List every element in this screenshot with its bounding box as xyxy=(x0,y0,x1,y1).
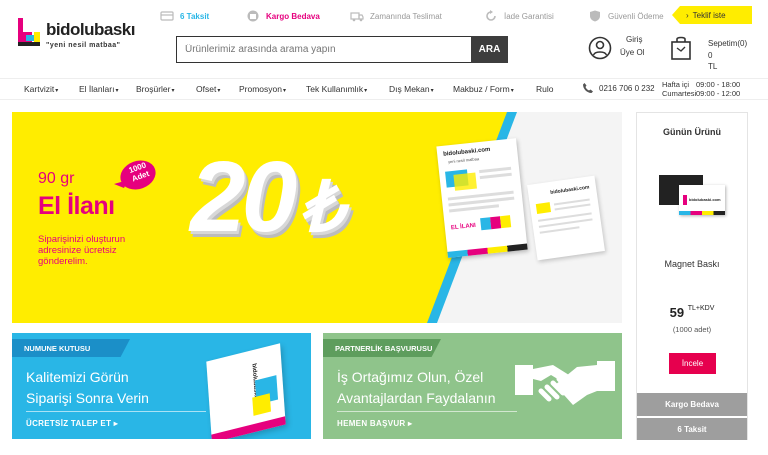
quote-request-button[interactable]: › Teklif iste xyxy=(672,6,752,24)
gift-icon xyxy=(247,10,259,22)
nav-item-promosyon[interactable]: Promosyon▾ xyxy=(239,84,286,94)
phone-icon xyxy=(583,83,593,93)
nav-item-el-ilanlari[interactable]: El İlanları▾ xyxy=(79,84,118,94)
divider xyxy=(26,411,206,412)
banner-product-title: El İlanı xyxy=(38,192,115,220)
inspect-button[interactable]: İncele xyxy=(669,353,716,374)
card-icon xyxy=(160,11,174,21)
working-hours: Hafta içi 09:00 - 18:00 Cumartesi09:00 - … xyxy=(662,80,741,98)
partnership-headline: İş Ortağımız Olun, Özel Avantajlardan Fa… xyxy=(337,369,496,406)
feature-on-time-delivery: Zamanında Teslimat xyxy=(350,10,442,22)
arrow-right-icon: › xyxy=(686,10,689,20)
sample-box-tag: NUMUNE KUTUSU xyxy=(12,339,130,357)
banner-price: 20₺ xyxy=(190,141,344,253)
hero-banner[interactable]: 90 gr El İlanı Siparişinizi oluşturun ad… xyxy=(12,112,622,323)
product-of-the-day-panel: Günün Ürünü bidolubaski.com Magnet Baskı… xyxy=(636,112,748,440)
product-quantity: (1000 adet) xyxy=(672,325,712,334)
nav-item-makbuz-form[interactable]: Makbuz / Form▾ xyxy=(453,84,514,94)
nav-item-rulo[interactable]: Rulo xyxy=(536,84,553,94)
logo-wordmark: bidolubaskı xyxy=(46,20,135,39)
logo-tagline: "yeni nesil matbaa" xyxy=(46,42,121,49)
truck-icon xyxy=(350,12,364,22)
feature-secure-payment: Güvenli Ödeme xyxy=(588,10,664,22)
sample-box-image: bidolubaski.com xyxy=(206,343,286,439)
flyer-back-mockup: bidolubaski.com xyxy=(527,175,605,261)
login-label[interactable]: Giriş xyxy=(626,34,642,45)
banner-note: Siparişinizi oluşturun adresinize ücrets… xyxy=(38,234,126,267)
cart-count: Sepetim(0) xyxy=(708,39,748,48)
feature-free-shipping: Kargo Bedava xyxy=(246,10,320,22)
nav-item-kartvizit[interactable]: Kartvizit▾ xyxy=(24,84,58,94)
shopping-bag-icon xyxy=(671,36,691,60)
free-shipping-bar: Kargo Bedava xyxy=(637,393,747,416)
apply-now-link[interactable]: HEMEN BAŞVUR ▸ xyxy=(337,419,412,428)
product-name[interactable]: Magnet Baskı xyxy=(637,259,747,269)
arrow-right-icon: ▸ xyxy=(113,419,119,428)
feature-return-guarantee: İade Garantisi xyxy=(484,10,554,22)
phone-number[interactable]: 0216 706 0 232 xyxy=(582,82,655,94)
banner-weight: 90 gr xyxy=(38,170,75,187)
register-label[interactable]: Üye Ol xyxy=(620,47,644,58)
product-image[interactable]: bidolubaski.com xyxy=(659,175,729,223)
sample-box-headline: Kalitemizi Görün Siparişi Sonra Verin xyxy=(26,369,149,406)
nav-item-ofset[interactable]: Ofset▾ xyxy=(196,84,220,94)
search-input[interactable] xyxy=(176,36,472,63)
arrow-right-icon: ▸ xyxy=(408,419,413,428)
feature-installments: 6 Taksit xyxy=(160,10,209,22)
main-navigation: Kartvizit▾ El İlanları▾ Broşürler▾ Ofset… xyxy=(0,78,768,100)
sample-box-card[interactable]: NUMUNE KUTUSU Kalitemizi Görün Siparişi … xyxy=(12,333,311,439)
site-logo[interactable]: bidolubaskı "yeni nesil matbaa" xyxy=(16,18,146,62)
handshake-icon xyxy=(515,361,615,405)
shield-icon xyxy=(590,10,600,22)
search-button[interactable]: ARA xyxy=(471,36,508,63)
partnership-tag: PARTNERLİK BAŞVURUSU xyxy=(323,339,441,357)
nav-item-brosurler[interactable]: Broşürler▾ xyxy=(136,84,175,94)
request-free-sample-link[interactable]: ÜCRETSİZ TALEP ET ▸ xyxy=(26,419,118,428)
cart-total: 0 TL xyxy=(708,51,718,71)
flyer-mockup: bidolubaski.com yeni nesil matbaa EL İLA… xyxy=(436,138,528,258)
divider xyxy=(337,411,517,412)
nav-item-dis-mekan[interactable]: Dış Mekan▾ xyxy=(389,84,434,94)
product-of-the-day-title: Günün Ürünü xyxy=(663,127,721,137)
product-price: 59 TL+KDV xyxy=(669,305,715,320)
nav-item-tek-kullanimlik[interactable]: Tek Kullanımlık▾ xyxy=(306,84,367,94)
partnership-card[interactable]: PARTNERLİK BAŞVURUSU İş Ortağımız Olun, … xyxy=(323,333,622,439)
user-icon xyxy=(588,36,612,60)
logo-mark-icon xyxy=(18,18,40,46)
installments-bar: 6 Taksit xyxy=(637,417,747,440)
quantity-badge: 1000 Adet xyxy=(112,158,158,194)
return-icon xyxy=(486,10,496,21)
